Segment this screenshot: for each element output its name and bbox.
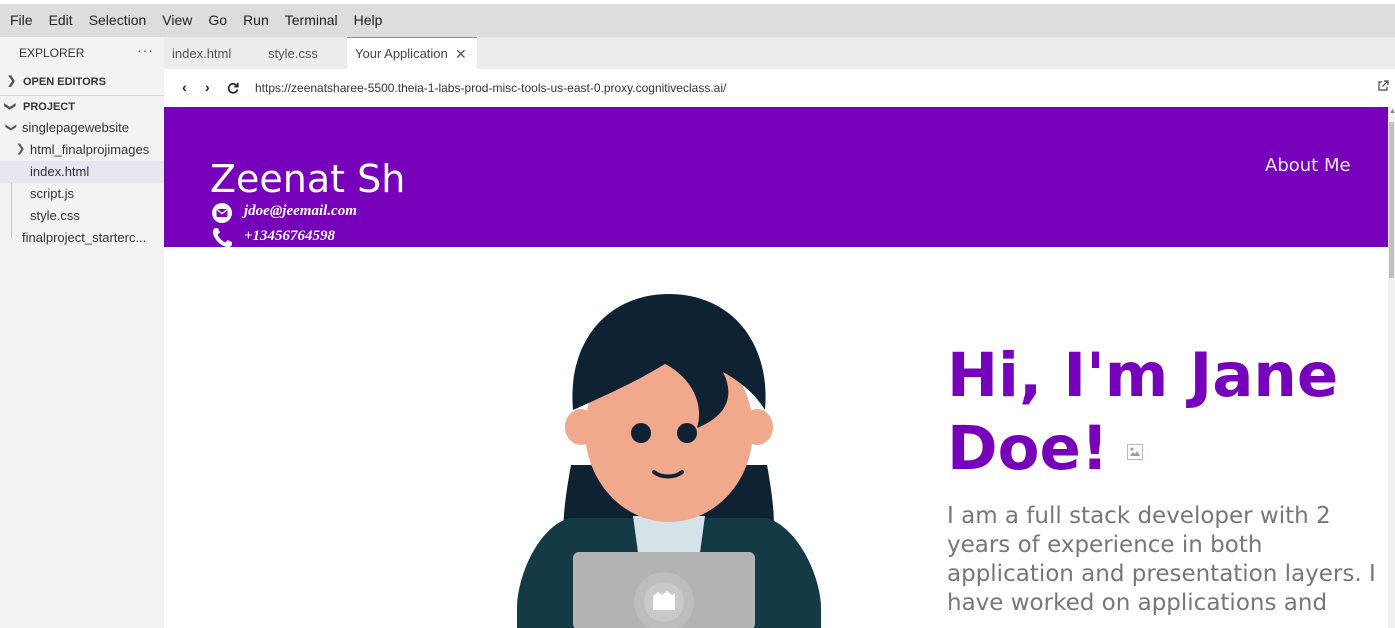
developer-illustration <box>517 294 821 628</box>
site-header: Zeenat Sh jdoe@jeemail.com +13456764598 … <box>164 107 1388 248</box>
chevron-down-icon: ❯ <box>4 101 17 112</box>
chevron-down-icon: ❯ <box>5 122 18 133</box>
hero-line-1: Hi, I'm Jane <box>947 340 1339 411</box>
tree-file-index[interactable]: index.html <box>0 161 164 183</box>
tree-file-starter[interactable]: finalproject_starterc... <box>0 227 164 249</box>
explorer-header: EXPLORER ··· <box>0 37 164 69</box>
nav-about-me[interactable]: About Me <box>1265 155 1351 176</box>
tree-folder-root-label: singlepagewebsite <box>22 120 129 135</box>
tree-folder-images-label: html_finalprojimages <box>30 142 150 157</box>
explorer-sidebar: EXPLORER ··· ❯ OPEN EDITORS ❯ PROJECT ❯ … <box>0 37 164 628</box>
tab-index-html-label: index.html <box>172 46 232 61</box>
open-editors-section[interactable]: ❯ OPEN EDITORS <box>0 71 164 93</box>
tree-file-index-label: index.html <box>30 164 90 179</box>
menu-help[interactable]: Help <box>346 4 391 37</box>
hero-description: I am a full stack developer with 2 years… <box>947 503 1376 616</box>
contact-email[interactable]: jdoe@jeemail.com <box>244 203 357 220</box>
scroll-up-icon[interactable]: ▲ <box>1389 108 1395 115</box>
site-name: Zeenat Sh <box>210 157 406 201</box>
broken-image-icon <box>1126 444 1143 461</box>
contact-phone[interactable]: +13456764598 <box>244 228 335 245</box>
menu-terminal[interactable]: Terminal <box>277 4 346 37</box>
tree-file-script[interactable]: script.js <box>0 183 164 205</box>
tree-file-style-label: style.css <box>30 208 80 223</box>
phone-icon <box>212 228 232 248</box>
tab-your-application[interactable]: Your Application ✕ <box>347 37 477 69</box>
project-section[interactable]: ❯ PROJECT <box>0 96 164 118</box>
browser-url-bar: ‹ › https://zeenatsharee-5500.theia-1-la… <box>164 69 1395 107</box>
more-actions-icon[interactable]: ··· <box>137 42 154 58</box>
hero-line-2: Doe! <box>947 413 1109 484</box>
menu-bar: File Edit Selection View Go Run Terminal… <box>0 4 1395 37</box>
url-field[interactable]: https://zeenatsharee-5500.theia-1-labs-p… <box>255 81 726 95</box>
tree-file-script-label: script.js <box>30 186 75 201</box>
menu-edit[interactable]: Edit <box>41 4 81 37</box>
chevron-right-icon: ❯ <box>16 143 26 155</box>
tree-folder-root[interactable]: ❯ singlepagewebsite <box>0 117 164 139</box>
open-editors-label: OPEN EDITORS <box>23 76 106 88</box>
tab-index-html[interactable]: index.html <box>164 37 254 69</box>
menu-view[interactable]: View <box>154 4 200 37</box>
scrollbar-thumb[interactable] <box>1389 122 1394 278</box>
close-icon[interactable]: ✕ <box>455 46 467 63</box>
hero-heading: Hi, I'm Jane Doe! <box>947 339 1387 485</box>
tab-your-application-label: Your Application <box>355 46 448 61</box>
menu-run[interactable]: Run <box>235 4 277 37</box>
explorer-title: EXPLORER <box>19 46 85 60</box>
menu-file[interactable]: File <box>0 4 41 37</box>
tree-file-style[interactable]: style.css <box>0 205 164 227</box>
chevron-right-icon: ❯ <box>7 75 17 87</box>
tree-folder-images[interactable]: ❯ html_finalprojimages <box>0 139 164 161</box>
forward-icon[interactable]: › <box>205 79 210 95</box>
menu-go[interactable]: Go <box>200 4 235 37</box>
back-icon[interactable]: ‹ <box>182 79 187 95</box>
app-preview: Zeenat Sh jdoe@jeemail.com +13456764598 … <box>164 107 1388 628</box>
tree-file-starter-label: finalproject_starterc... <box>22 230 147 245</box>
refresh-icon[interactable] <box>227 82 239 94</box>
editor-tab-bar: index.html style.css Your Application ✕ <box>164 37 1395 69</box>
open-external-icon[interactable] <box>1376 79 1390 93</box>
tab-style-css[interactable]: style.css <box>254 37 347 69</box>
tab-style-css-label: style.css <box>268 46 318 61</box>
envelope-circle-icon <box>212 203 232 223</box>
menu-selection[interactable]: Selection <box>81 4 155 37</box>
project-label: PROJECT <box>23 101 75 113</box>
